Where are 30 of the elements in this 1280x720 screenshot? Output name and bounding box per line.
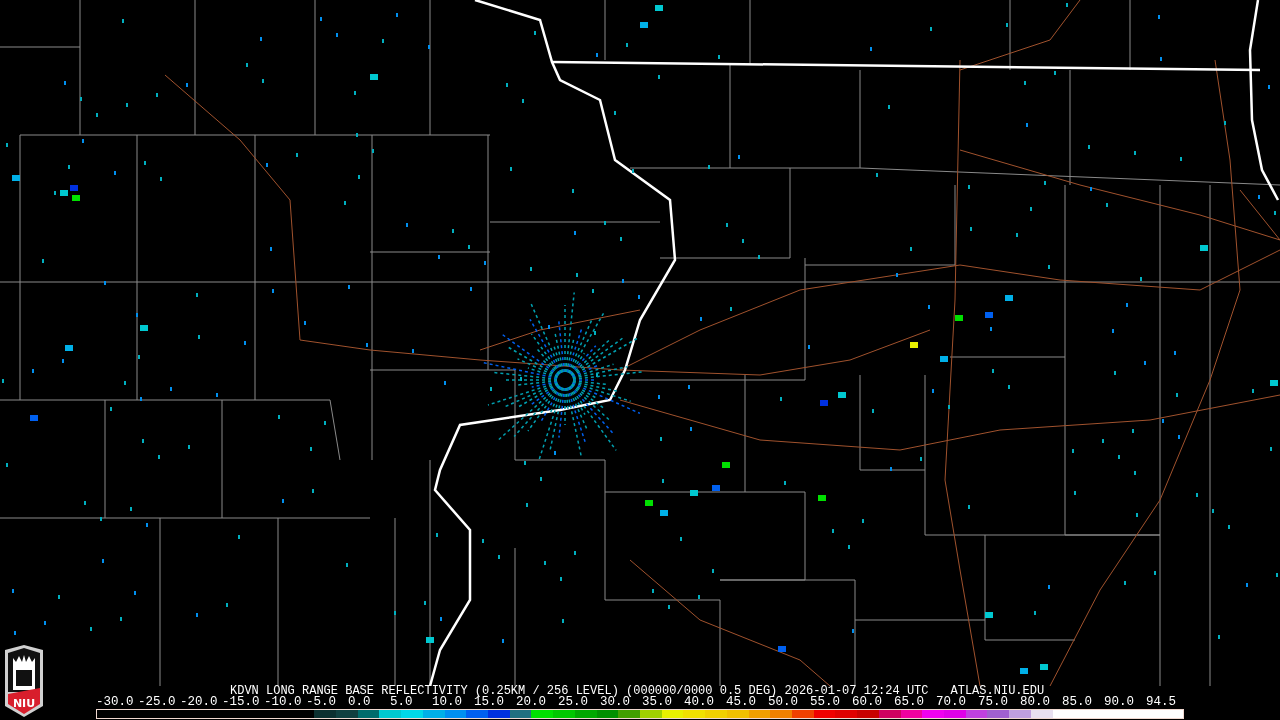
scale-label: -20.0 — [180, 697, 219, 708]
shield-logo-icon — [2, 644, 46, 718]
scale-label: 20.0 — [516, 697, 547, 708]
logo-text: NIU — [11, 698, 37, 710]
scale-label: 60.0 — [852, 697, 883, 708]
scale-label: 75.0 — [978, 697, 1009, 708]
scale-label: 0.0 — [348, 697, 372, 708]
scale-label: 15.0 — [474, 697, 504, 708]
scale-label: -30.0 — [96, 697, 135, 708]
scale-label: -15.0 — [222, 697, 261, 708]
scale-label: 35.0 — [642, 697, 672, 708]
product-title: KDVN LONG RANGE BASE REFLECTIVITY (0.25KM / 256 LEVEL) (000000/0000 0.5 DEG) 2026-01-07 12:24 UTC — [230, 686, 929, 697]
scale-label: 65.0 — [894, 697, 925, 708]
scale-label: 10.0 — [432, 697, 463, 708]
scale-label: -5.0 — [306, 697, 337, 708]
site-url: ATLAS.NIU.EDU — [950, 686, 1045, 697]
scale-label: 70.0 — [936, 697, 967, 708]
scale-label: 5.0 — [390, 697, 414, 708]
scale-label: 90.0 — [1104, 697, 1135, 708]
scale-label: 45.0 — [726, 697, 756, 708]
scale-label: 30.0 — [600, 697, 630, 708]
scale-label: 85.0 — [1062, 697, 1093, 708]
scale-label: 55.0 — [810, 697, 841, 708]
scale-label: 40.0 — [684, 697, 715, 708]
scale-label: 25.0 — [558, 697, 588, 708]
scale-label: -25.0 — [138, 697, 177, 708]
scale-label: -10.0 — [264, 697, 303, 708]
scale-label: 80.0 — [1020, 697, 1051, 708]
scale-label: 50.0 — [768, 697, 799, 708]
scale-label: 94.5 — [1146, 697, 1176, 708]
